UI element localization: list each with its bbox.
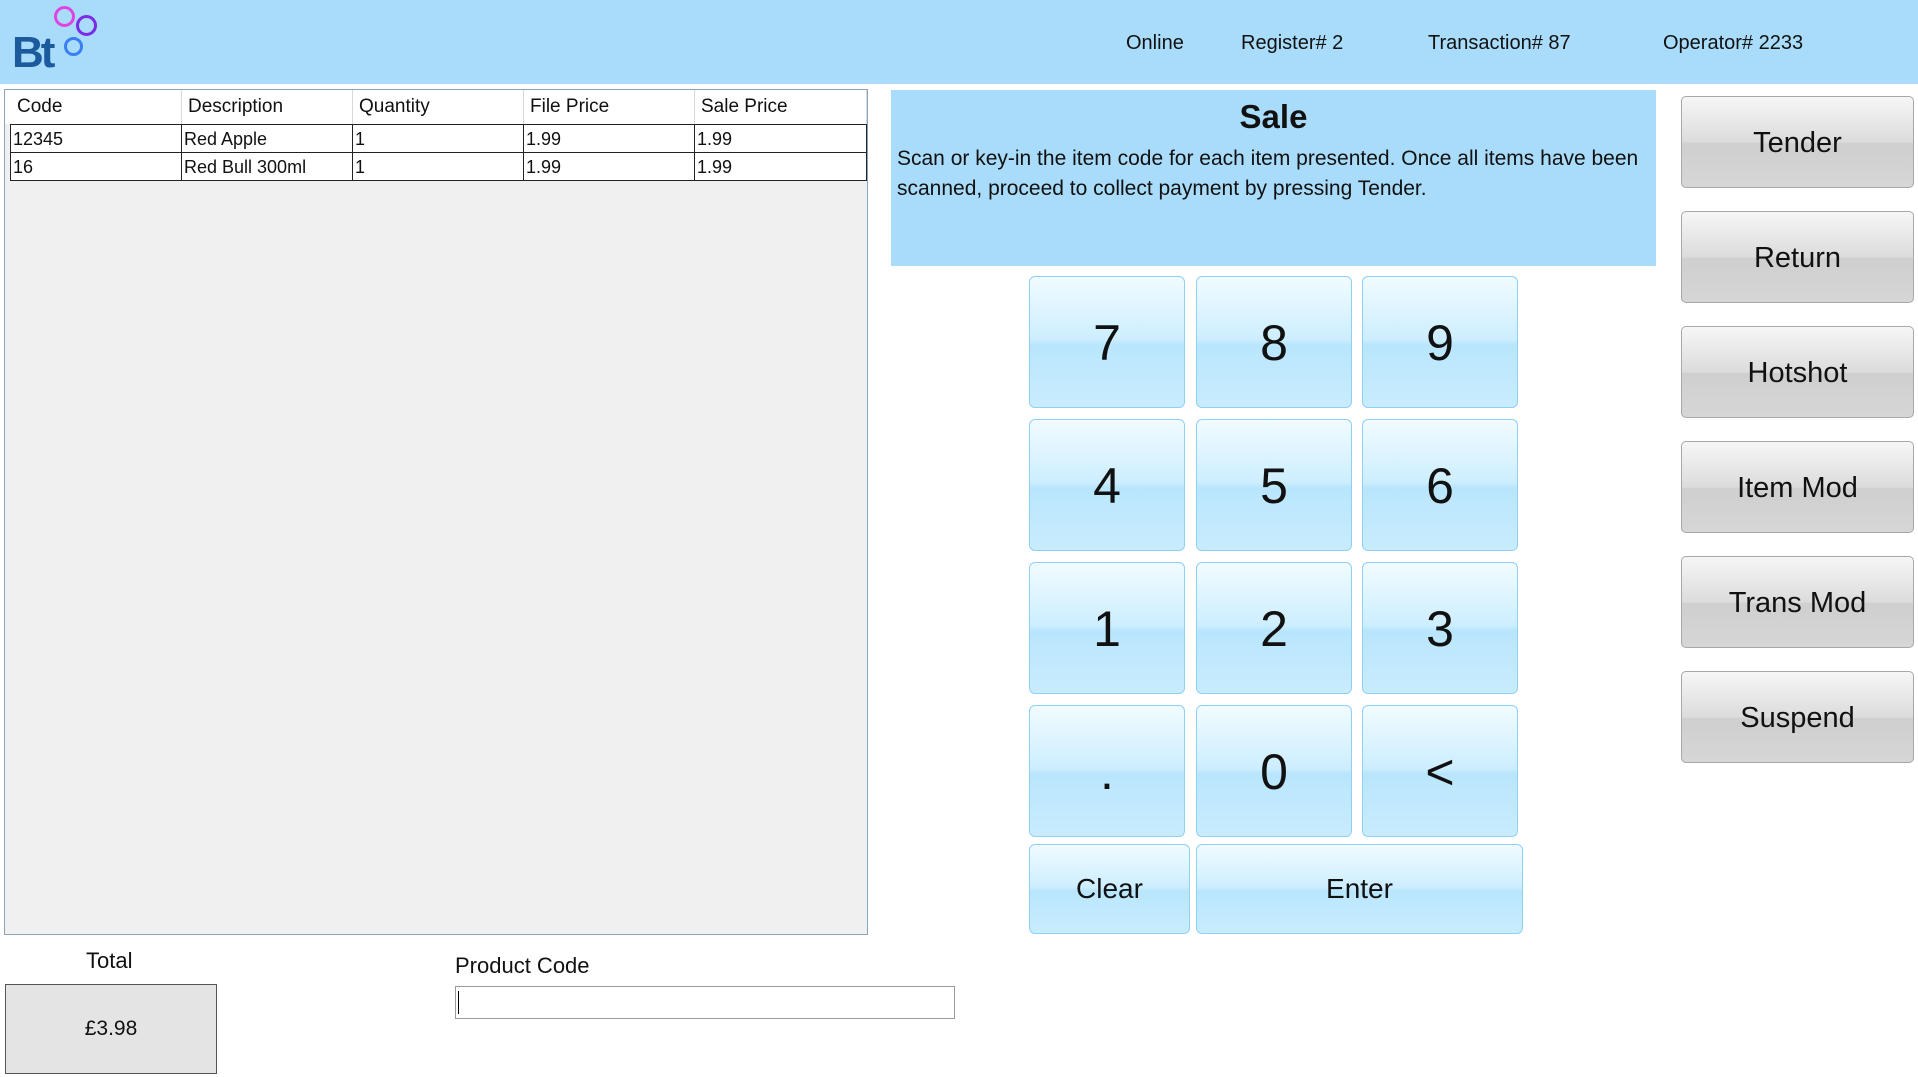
text-caret xyxy=(458,991,459,1014)
key-2[interactable]: 2 xyxy=(1196,562,1352,694)
cell-sale-price: 1.99 xyxy=(694,152,867,181)
operator-number: Operator# 2233 xyxy=(1663,32,1804,54)
hotshot-button[interactable]: Hotshot xyxy=(1681,326,1914,418)
column-header-quantity[interactable]: Quantity xyxy=(353,90,524,124)
status-online: Online xyxy=(1126,32,1184,54)
table-row[interactable]: 12345 Red Apple 1 1.99 1.99 xyxy=(10,124,867,153)
register-number: Register# 2 xyxy=(1241,32,1344,54)
app-logo: Bt xyxy=(8,2,104,77)
logo-circle-pink xyxy=(54,6,75,27)
instructions-panel: Sale Scan or key-in the item code for ea… xyxy=(891,90,1656,266)
product-code-input[interactable] xyxy=(455,986,955,1019)
key-6[interactable]: 6 xyxy=(1362,419,1518,551)
cell-code: 16 xyxy=(10,152,182,181)
key-decimal[interactable]: . xyxy=(1029,705,1185,837)
cell-file-price: 1.99 xyxy=(523,124,695,153)
key-5[interactable]: 5 xyxy=(1196,419,1352,551)
enter-button[interactable]: Enter xyxy=(1196,844,1523,934)
clear-button[interactable]: Clear xyxy=(1029,844,1190,934)
total-label: Total xyxy=(86,948,133,973)
header-bar: Bt Online Register# 2 Transaction# 87 Op… xyxy=(0,0,1918,84)
column-header-description[interactable]: Description xyxy=(182,90,353,124)
key-9[interactable]: 9 xyxy=(1362,276,1518,408)
item-mod-button[interactable]: Item Mod xyxy=(1681,441,1914,533)
cell-quantity: 1 xyxy=(352,152,524,181)
logo-text: Bt xyxy=(12,28,55,77)
transaction-number: Transaction# 87 xyxy=(1428,32,1571,54)
cell-code: 12345 xyxy=(10,124,182,153)
logo-circle-purple xyxy=(76,15,97,36)
trans-mod-button[interactable]: Trans Mod xyxy=(1681,556,1914,648)
cell-description: Red Bull 300ml xyxy=(181,152,353,181)
key-3[interactable]: 3 xyxy=(1362,562,1518,694)
table-header: Code Description Quantity File Price Sal… xyxy=(5,90,867,124)
key-4[interactable]: 4 xyxy=(1029,419,1185,551)
instructions-text: Scan or key-in the item code for each it… xyxy=(897,147,1639,200)
key-1[interactable]: 1 xyxy=(1029,562,1185,694)
column-header-sale-price[interactable]: Sale Price xyxy=(695,90,867,124)
key-8[interactable]: 8 xyxy=(1196,276,1352,408)
suspend-button[interactable]: Suspend xyxy=(1681,671,1914,763)
cell-sale-price: 1.99 xyxy=(694,124,867,153)
tender-button[interactable]: Tender xyxy=(1681,96,1914,188)
cell-file-price: 1.99 xyxy=(523,152,695,181)
column-header-file-price[interactable]: File Price xyxy=(524,90,695,124)
mode-title: Sale xyxy=(1239,98,1308,135)
table-row[interactable]: 16 Red Bull 300ml 1 1.99 1.99 xyxy=(10,152,867,181)
cell-description: Red Apple xyxy=(181,124,353,153)
items-table[interactable]: Code Description Quantity File Price Sal… xyxy=(4,89,868,935)
logo-circle-blue xyxy=(64,37,83,56)
column-header-code[interactable]: Code xyxy=(11,90,182,124)
product-code-label: Product Code xyxy=(455,953,590,978)
key-7[interactable]: 7 xyxy=(1029,276,1185,408)
cell-quantity: 1 xyxy=(352,124,524,153)
return-button[interactable]: Return xyxy=(1681,211,1914,303)
key-0[interactable]: 0 xyxy=(1196,705,1352,837)
key-backspace[interactable]: < xyxy=(1362,705,1518,837)
total-amount: £3.98 xyxy=(5,984,217,1074)
